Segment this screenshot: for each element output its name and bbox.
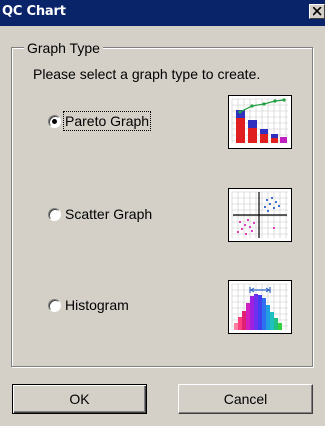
option-label-scatter[interactable]: Scatter Graph <box>65 206 152 222</box>
close-icon <box>313 7 322 16</box>
title-bar[interactable]: QC Chart <box>0 0 325 26</box>
histogram-chart-icon <box>228 280 292 334</box>
radio-selected-dot <box>52 119 57 124</box>
ok-button[interactable]: OK <box>12 384 147 414</box>
scatter-chart-icon <box>228 188 292 242</box>
option-label-histogram[interactable]: Histogram <box>65 297 129 313</box>
radio-pareto[interactable] <box>48 115 61 128</box>
qc-chart-dialog: QC Chart Graph Type Please select a grap… <box>0 0 325 426</box>
radio-histogram[interactable] <box>48 299 61 312</box>
cancel-button[interactable]: Cancel <box>178 384 313 414</box>
window-title: QC Chart <box>2 4 66 19</box>
radio-scatter[interactable] <box>48 208 61 221</box>
option-label-pareto[interactable]: Pareto Graph <box>62 111 152 131</box>
group-title: Graph Type <box>24 40 103 56</box>
instruction-text: Please select a graph type to create. <box>33 66 261 82</box>
pareto-chart-icon <box>228 95 292 149</box>
close-button[interactable] <box>309 4 325 19</box>
